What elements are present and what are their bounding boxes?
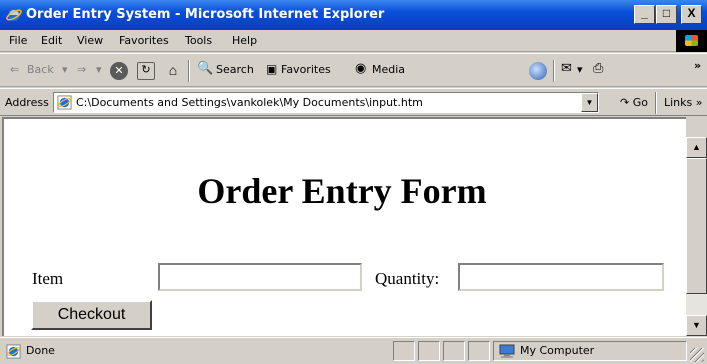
resize-grip[interactable] [690, 348, 704, 362]
quantity-label: Quantity: [375, 269, 440, 288]
mail-dropdown-icon[interactable]: ▾ [577, 63, 583, 76]
menu-file[interactable]: File [9, 34, 27, 47]
status-text: Done [26, 344, 55, 357]
checkout-button[interactable]: Checkout [31, 300, 152, 330]
go-button[interactable]: ↷ Go [620, 96, 648, 109]
menu-edit[interactable]: Edit [41, 34, 62, 47]
go-label: Go [632, 96, 648, 109]
internet-explorer-icon [6, 9, 22, 21]
address-dropdown-button[interactable]: ▼ [581, 93, 598, 112]
status-panel [443, 341, 465, 361]
forward-dropdown-icon[interactable]: ▾ [96, 63, 102, 76]
forward-button[interactable]: ⇒ [77, 63, 86, 76]
status-bar: Done My Computer [0, 337, 707, 364]
menu-help[interactable]: Help [232, 34, 257, 47]
quantity-input[interactable] [458, 263, 664, 291]
close-button[interactable]: X [681, 5, 702, 24]
my-computer-icon [499, 344, 515, 358]
ie-page-icon [57, 95, 72, 110]
zone-label: My Computer [520, 344, 595, 357]
toolbar-separator [553, 60, 555, 82]
status-panel [393, 341, 415, 361]
address-url: C:\Documents and Settings\vankolek\My Do… [76, 96, 423, 109]
scroll-up-arrow-icon[interactable]: ▲ [686, 137, 707, 158]
menu-view[interactable]: View [77, 34, 103, 47]
vertical-scrollbar[interactable]: ▲ ▼ [686, 137, 707, 336]
address-label: Address [5, 96, 49, 109]
menu-tools[interactable]: Tools [185, 34, 212, 47]
maximize-button[interactable]: □ [656, 5, 677, 24]
browser-window: Order Entry System - Microsoft Internet … [0, 0, 707, 364]
refresh-button[interactable]: ↻ [137, 62, 155, 80]
item-label: Item [32, 269, 64, 288]
back-button[interactable]: Back [27, 63, 54, 76]
back-dropdown-icon[interactable]: ▾ [62, 63, 68, 76]
address-input[interactable]: C:\Documents and Settings\vankolek\My Do… [53, 92, 599, 113]
windows-logo-icon [676, 30, 707, 52]
print-icon[interactable]: ⎙ [593, 61, 603, 76]
go-arrow-icon: ↷ [620, 96, 633, 109]
minimize-button[interactable]: _ [634, 5, 655, 24]
scroll-thumb[interactable] [686, 158, 707, 294]
search-icon: 🔍 [197, 61, 214, 76]
address-separator [655, 92, 657, 114]
title-bar[interactable]: Order Entry System - Microsoft Internet … [0, 0, 707, 30]
history-icon[interactable] [529, 62, 547, 80]
stop-button[interactable]: ✕ [110, 62, 128, 80]
media-button[interactable]: Media [372, 63, 405, 76]
media-icon: ◉ [355, 61, 367, 76]
home-button[interactable]: ⌂ [164, 62, 182, 80]
scroll-down-arrow-icon[interactable]: ▼ [686, 315, 707, 336]
toolbar: ⇐ Back ▾ ⇒ ▾ ✕ ↻ ⌂ 🔍 Search ▣ Favorites … [0, 53, 707, 87]
favorites-button[interactable]: Favorites [281, 63, 331, 76]
search-button[interactable]: Search [216, 63, 254, 76]
window-title: Order Entry System - Microsoft Internet … [26, 7, 385, 22]
favorites-icon: ▣ [266, 62, 278, 76]
page-done-icon [6, 344, 21, 359]
links-button[interactable]: Links » [664, 96, 702, 109]
mail-icon[interactable]: ✉ [561, 61, 572, 76]
item-input[interactable] [158, 263, 362, 291]
toolbar-separator [188, 60, 190, 82]
toolbar-overflow-button[interactable]: » [694, 59, 701, 72]
page-heading: Order Entry Form [197, 171, 487, 211]
status-panel [468, 341, 490, 361]
menu-bar: File Edit View Favorites Tools Help [0, 30, 707, 52]
back-arrow-icon: ⇐ [10, 63, 20, 76]
menu-favorites[interactable]: Favorites [119, 34, 169, 47]
address-bar: Address C:\Documents and Settings\vankol… [0, 88, 707, 116]
status-panel [418, 341, 440, 361]
